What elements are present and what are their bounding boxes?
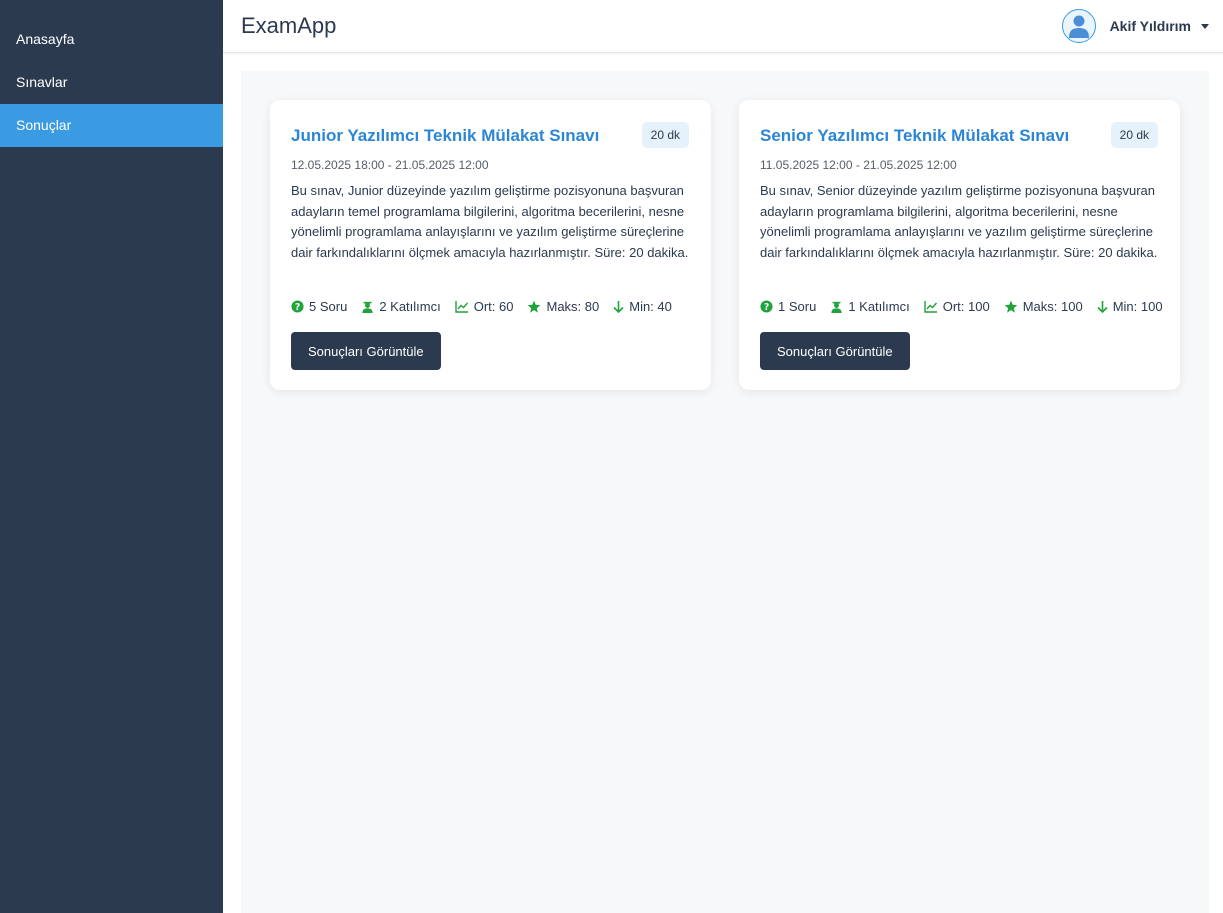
star-icon: [528, 300, 541, 313]
min-score: Min: 40: [613, 299, 672, 314]
star-icon: [1004, 300, 1017, 313]
exam-description: Bu sınav, Junior düzeyinde yazılım geliş…: [291, 183, 689, 260]
user-menu[interactable]: Akif Yıldırım: [1061, 9, 1209, 43]
exam-dates: 12.05.2025 18:00 - 21.05.2025 12:00: [291, 158, 489, 172]
sidebar-item-anasayfa[interactable]: Anasayfa: [0, 18, 223, 61]
average-score: Ort: 60: [455, 299, 513, 314]
question-count: ? 1 Soru: [760, 299, 816, 314]
exam-stats: ? 1 Soru 1 Katılımcı Ort: 100 Maks: 100 …: [760, 299, 1163, 314]
exam-stats: ? 5 Soru 2 Katılımcı Ort: 60 Maks: 80 Mi…: [291, 299, 672, 314]
line-chart-icon: [455, 301, 468, 313]
question-count: ? 5 Soru: [291, 299, 347, 314]
view-results-button[interactable]: Sonuçları Görüntüle: [760, 332, 910, 370]
question-circle-icon: ?: [760, 300, 773, 313]
line-chart-icon: [924, 301, 937, 313]
view-results-button[interactable]: Sonuçları Görüntüle: [291, 332, 441, 370]
sidebar-item-sonuclar[interactable]: Sonuçlar: [0, 104, 223, 147]
svg-text:?: ?: [764, 302, 769, 313]
duration-badge: 20 dk: [1110, 122, 1158, 148]
sidebar-item-sinavlar[interactable]: Sınavlar: [0, 61, 223, 104]
duration-badge: 20 dk: [641, 122, 689, 148]
max-score: Maks: 80: [527, 299, 599, 314]
participant-count: 2 Katılımcı: [361, 299, 441, 314]
top-bar: ExamApp Akif Yıldırım: [223, 0, 1223, 53]
question-circle-icon: ?: [291, 300, 304, 313]
user-name: Akif Yıldırım: [1109, 18, 1191, 34]
exam-dates: 11.05.2025 12:00 - 21.05.2025 12:00: [760, 158, 957, 172]
user-graduate-icon: [831, 301, 842, 313]
exam-title[interactable]: Senior Yazılımcı Teknik Mülakat Sınavı: [760, 126, 1069, 146]
exam-title[interactable]: Junior Yazılımcı Teknik Mülakat Sınavı: [291, 126, 599, 146]
arrow-down-icon: [1097, 301, 1108, 313]
svg-text:?: ?: [295, 302, 300, 313]
min-score: Min: 100: [1097, 299, 1163, 314]
average-score: Ort: 100: [924, 299, 990, 314]
main-content: Junior Yazılımcı Teknik Mülakat Sınavı 2…: [241, 71, 1209, 913]
arrow-down-icon: [613, 301, 624, 313]
caret-down-icon: [1201, 23, 1209, 29]
user-graduate-icon: [362, 301, 373, 313]
exam-card: Junior Yazılımcı Teknik Mülakat Sınavı 2…: [270, 100, 711, 390]
sidebar: Anasayfa Sınavlar Sonuçlar: [0, 0, 223, 913]
user-avatar-icon: [1061, 9, 1096, 43]
participant-count: 1 Katılımcı: [830, 299, 910, 314]
exam-card: Senior Yazılımcı Teknik Mülakat Sınavı 2…: [739, 100, 1180, 390]
max-score: Maks: 100: [1004, 299, 1083, 314]
app-title: ExamApp: [241, 13, 337, 38]
exam-description: Bu sınav, Senior düzeyinde yazılım geliş…: [760, 183, 1158, 260]
